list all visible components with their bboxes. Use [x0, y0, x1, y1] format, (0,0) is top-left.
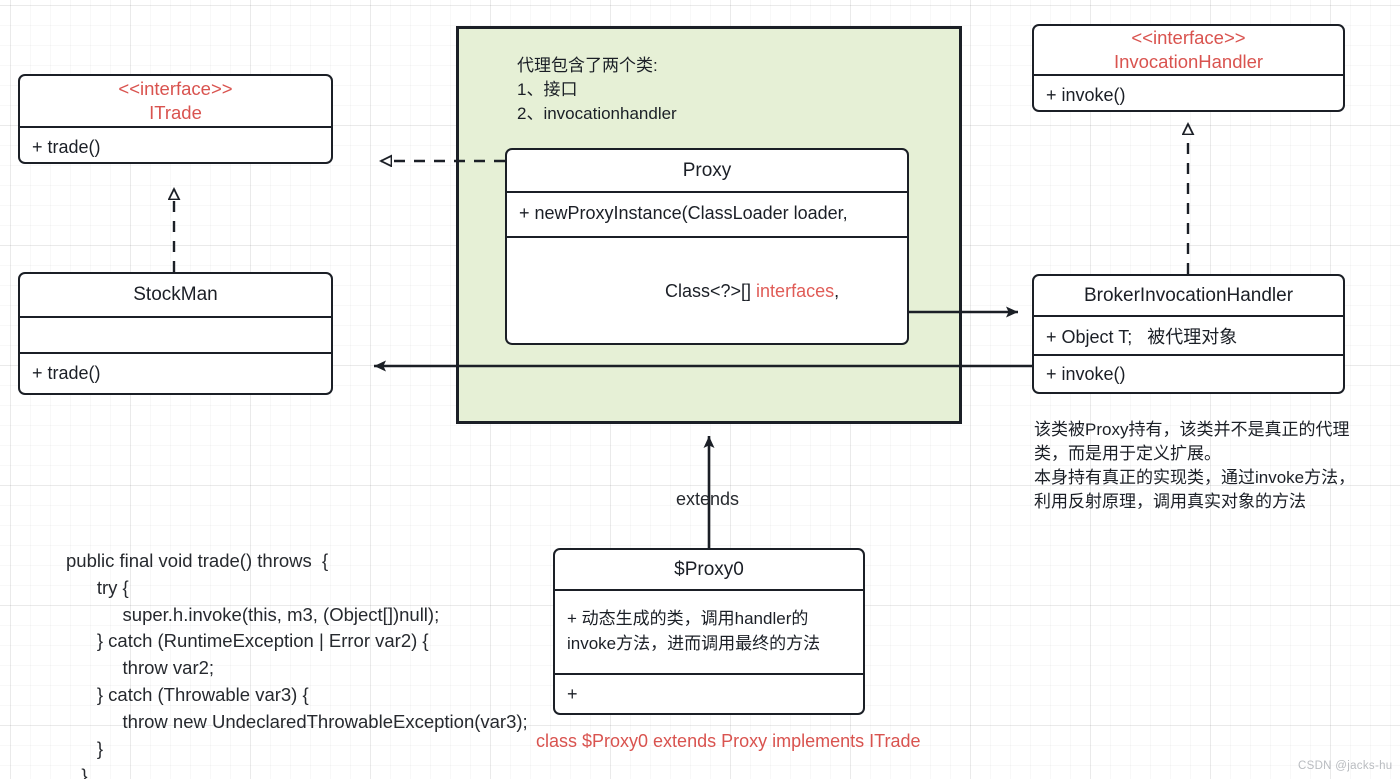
proxy0-methods: +	[555, 673, 863, 713]
proxy0-header: $Proxy0	[555, 550, 863, 589]
stockman-methods: + trade()	[20, 352, 331, 393]
broker-method-invoke: + invoke()	[1046, 364, 1126, 384]
class-box-proxy0[interactable]: $Proxy0 + 动态生成的类，调用handler的 invoke方法，进而调…	[553, 548, 865, 715]
edge-label-extends: extends	[676, 489, 740, 509]
broker-attributes: + Object T; 被代理对象	[1034, 315, 1343, 354]
itrade-title-block: <<interface>> ITrade	[118, 77, 232, 125]
proxy0-attributes: + 动态生成的类，调用handler的 invoke方法，进而调用最终的方法	[555, 589, 863, 673]
broker-methods: + invoke()	[1034, 354, 1343, 392]
class-box-stockman[interactable]: StockMan + trade()	[18, 272, 333, 395]
proxy-sig-line2-param: interfaces	[756, 280, 835, 301]
proxy-sig-line1: + newProxyInstance(ClassLoader loader,	[519, 202, 848, 223]
diagram-canvas: 代理包含了两个类: 1、接口 2、invocationhandler ITrad…	[0, 0, 1400, 779]
proxy0-description: + 动态生成的类，调用handler的 invoke方法，进而调用最终的方法	[567, 609, 821, 653]
broker-explanation-note: 该类被Proxy持有，该类并不是真正的代理 类，而是用于定义扩展。 本身持有真正…	[1034, 420, 1356, 512]
generated-code-snippet: public final void trade() throws { try {…	[66, 550, 528, 779]
proxy-method-newproxyinstance: + newProxyInstance(ClassLoader loader, C…	[507, 150, 860, 343]
invocationhandler-methods: + invoke()	[1034, 74, 1343, 110]
proxy0-caption: class $Proxy0 extends Proxy implements I…	[536, 731, 921, 751]
broker-attribute-object-t: + Object T; 被代理对象	[1046, 326, 1238, 347]
stockman-name: StockMan	[133, 284, 218, 306]
itrade-method-trade: + trade()	[32, 136, 101, 157]
stockman-method-trade: + trade()	[32, 363, 101, 383]
proxy-sig-line2-suffix: ,	[834, 280, 840, 301]
csdn-watermark: CSDN @jacks-hu	[1298, 760, 1393, 772]
itrade-stereotype: <<interface>>	[118, 77, 233, 99]
proxy0-empty-member: +	[567, 684, 578, 704]
class-box-itrade[interactable]: <<interface>> ITrade + trade()	[18, 74, 333, 164]
invocationhandler-name: InvocationHandler	[1113, 51, 1264, 72]
class-box-brokerinvocationhandler[interactable]: BrokerInvocationHandler + Object T; 被代理对…	[1032, 274, 1345, 394]
proxy-methods: + newProxyInstance(ClassLoader loader, C…	[507, 203, 907, 343]
proxy-group-note: 代理包含了两个类: 1、接口 2、invocationhandler	[517, 56, 677, 124]
itrade-name: ITrade	[149, 102, 202, 123]
broker-name: BrokerInvocationHandler	[1083, 284, 1294, 306]
invocationhandler-method-invoke: + invoke()	[1046, 84, 1126, 105]
class-box-proxy[interactable]: Proxy + newProxyInstance(ClassLoader loa…	[505, 148, 909, 345]
invocationhandler-title-block: <<interface>> InvocationHandler	[1114, 26, 1263, 74]
invocationhandler-stereotype: <<interface>>	[1131, 26, 1246, 48]
invocationhandler-header: <<interface>> InvocationHandler	[1034, 26, 1343, 74]
class-box-invocationhandler[interactable]: <<interface>> InvocationHandler + invoke…	[1032, 24, 1345, 112]
broker-header: BrokerInvocationHandler	[1034, 276, 1343, 315]
stockman-header: StockMan	[20, 274, 331, 316]
itrade-methods: + trade()	[20, 126, 331, 162]
itrade-header: <<interface>> ITrade	[20, 76, 331, 126]
proxy0-name: $Proxy0	[674, 558, 744, 580]
proxy-sig-line2: Class<?>[] interfaces,	[519, 278, 848, 304]
stockman-attributes	[20, 316, 331, 352]
proxy-sig-line2-prefix: Class<?>[]	[665, 280, 757, 301]
